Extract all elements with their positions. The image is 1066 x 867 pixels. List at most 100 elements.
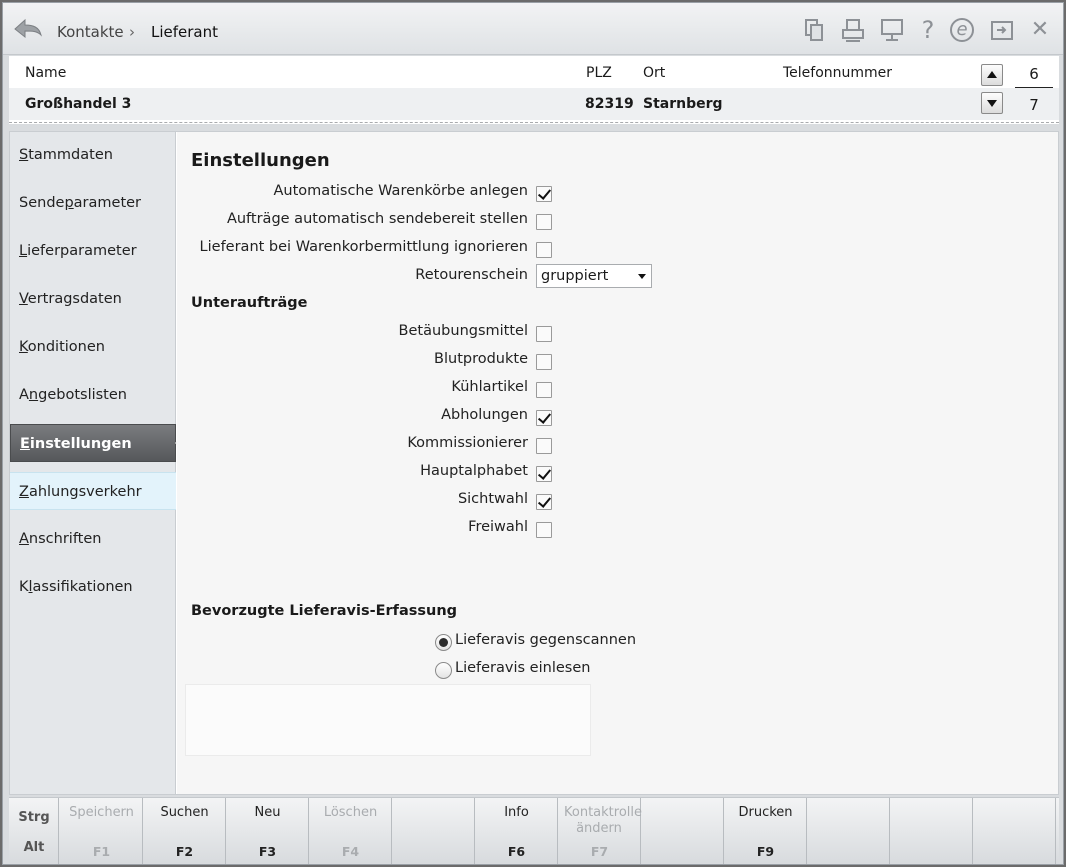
betaeubungsmittel-checkbox[interactable] (536, 326, 552, 342)
unterauftraege-heading: Unteraufträge (191, 295, 308, 311)
sidebar-item-stammdaten[interactable]: Stammdaten (10, 136, 176, 174)
sidebar-item-lieferparameter[interactable]: Lieferparameter (10, 232, 176, 270)
breadcrumb-separator: › (129, 23, 135, 41)
column-header-plz[interactable]: PLZ (586, 65, 612, 81)
back-arrow-icon[interactable] (13, 17, 43, 41)
list-header-row (9, 56, 1059, 88)
loeschen-button[interactable]: Löschen F4 (309, 798, 392, 864)
empty-10-button[interactable] (807, 798, 890, 864)
option-label: Sichtwahl (457, 491, 528, 507)
alt-modifier[interactable]: Alt (9, 840, 59, 855)
info-button[interactable]: Info F6 (475, 798, 558, 864)
help-icon[interactable]: ? (915, 17, 941, 43)
table-row[interactable] (9, 88, 1059, 120)
sichtwahl-checkbox[interactable] (536, 494, 552, 510)
fkey-label: Neu (254, 805, 281, 820)
freiwahl-checkbox[interactable] (536, 522, 552, 538)
radio-label: Lieferavis gegenscannen (455, 632, 637, 648)
column-header-name[interactable]: Name (25, 65, 66, 81)
sidebar-item-vertragsdaten[interactable]: Vertragsdaten (10, 280, 176, 318)
abholungen-checkbox[interactable] (536, 410, 552, 426)
fkey-shortcut: F2 (175, 844, 194, 859)
option-label: Lieferant bei Warenkorbermittlung ignori… (199, 239, 528, 255)
option-label: Aufträge automatisch sendebereit stellen (226, 211, 528, 227)
lieferavis-heading: Bevorzugte Lieferavis-Erfassung (191, 603, 458, 619)
kommissionierer-checkbox[interactable] (536, 438, 552, 454)
kuehlartikel-checkbox[interactable] (536, 382, 552, 398)
printer-icon[interactable] (840, 17, 866, 43)
warenkorb-ignorieren-checkbox[interactable] (536, 242, 552, 258)
column-header-ort[interactable]: Ort (643, 65, 665, 81)
sidebar-item-einstellungen[interactable]: Einstellungen (10, 424, 184, 462)
strg-modifier[interactable]: Strg (9, 810, 59, 825)
option-label: Hauptalphabet (420, 463, 528, 479)
auto-sendebereit-checkbox[interactable] (536, 214, 552, 230)
empty-8-button[interactable] (641, 798, 724, 864)
option-label: Automatische Warenkörbe anlegen (273, 183, 528, 199)
cell-plz: 82319 (585, 96, 634, 112)
suchen-button[interactable]: Suchen F2 (143, 798, 226, 864)
settings-panel: Einstellungen Automatische Warenkörbe an… (177, 132, 1058, 794)
blutprodukte-checkbox[interactable] (536, 354, 552, 370)
lieferavis-einlesen-radio[interactable] (435, 662, 452, 679)
chevron-down-icon (638, 274, 646, 279)
auto-warenkoerbe-checkbox[interactable] (536, 186, 552, 202)
option-label: Kühlartikel (451, 379, 528, 395)
fkey-label: Speichern (69, 805, 134, 820)
sidebar-item-anschriften[interactable]: Anschriften (10, 520, 176, 558)
sidebar-nav: Stammdaten Sendeparameter Lieferparamete… (10, 132, 184, 794)
scroll-down-button[interactable] (981, 92, 1003, 114)
close-icon[interactable]: ✕ (1027, 17, 1053, 43)
scroll-up-button[interactable] (981, 64, 1003, 86)
fkey-label: Drucken (738, 805, 793, 820)
breadcrumb-kontakte[interactable]: Kontakte (57, 23, 124, 41)
monitor-icon[interactable] (879, 17, 905, 43)
notes-area (185, 684, 591, 756)
sidebar-item-zahlungsverkehr[interactable]: Zahlungsverkehr (10, 472, 176, 510)
record-count-top: 6 (1015, 65, 1053, 88)
retourenschein-label: Retourenschein (415, 267, 528, 283)
empty-11-button[interactable] (890, 798, 973, 864)
breadcrumb-lieferant: Lieferant (151, 23, 219, 41)
empty-12-button[interactable] (973, 798, 1056, 864)
hauptalphabet-checkbox[interactable] (536, 466, 552, 482)
supplier-list: Name PLZ Ort Telefonnummer Großhandel 3 … (9, 56, 1059, 124)
cell-name: Großhandel 3 (25, 96, 132, 112)
record-count-bottom: 7 (1029, 96, 1039, 114)
option-label: Abholungen (441, 407, 528, 423)
fkey-shortcut: F6 (507, 844, 526, 859)
modifier-keys: Strg Alt (9, 798, 59, 864)
option-label: Betäubungsmittel (398, 323, 528, 339)
fkey-label: Löschen (323, 805, 378, 820)
speichern-button[interactable]: Speichern F1 (60, 798, 143, 864)
fkey-shortcut: F4 (341, 844, 360, 859)
sidebar-item-sendeparameter[interactable]: Sendeparameter (10, 184, 176, 222)
lieferavis-gegenscannen-radio[interactable] (435, 634, 452, 651)
neu-button[interactable]: Neu F3 (226, 798, 309, 864)
fkey-label: Kontaktrolle ändern (564, 805, 642, 836)
arrow-up-icon (987, 71, 997, 78)
window-switch-icon[interactable] (989, 17, 1015, 43)
fkey-shortcut: F1 (92, 844, 111, 859)
drucken-button[interactable]: Drucken F9 (724, 798, 807, 864)
option-label: Blutprodukte (434, 351, 528, 367)
fkey-label: Suchen (160, 805, 209, 820)
option-label: Freiwahl (468, 519, 528, 535)
sidebar-item-konditionen[interactable]: Konditionen (10, 328, 176, 366)
arrow-down-icon (987, 100, 997, 107)
main-area: Stammdaten Sendeparameter Lieferparamete… (9, 131, 1059, 795)
empty-5-button[interactable] (392, 798, 475, 864)
kontaktrolle-aendern-button[interactable]: Kontaktrolle ändern F7 (558, 798, 642, 864)
cell-ort: Starnberg (643, 96, 723, 112)
documents-icon[interactable] (801, 17, 827, 43)
column-header-telefon[interactable]: Telefonnummer (783, 65, 892, 81)
radio-label: Lieferavis einlesen (455, 660, 591, 676)
sidebar-item-klassifikationen[interactable]: Klassifikationen (10, 568, 176, 606)
sidebar-item-angebotslisten[interactable]: Angebotslisten (10, 376, 176, 414)
e-icon[interactable]: e (950, 18, 974, 42)
function-key-bar: Strg Alt Speichern F1 Suchen F2 Neu F3 Löschen… (9, 797, 1059, 864)
fkey-shortcut: F7 (590, 844, 609, 859)
retourenschein-select[interactable]: gruppiert (536, 264, 652, 288)
list-divider (9, 122, 1059, 123)
fkey-label: Info (504, 805, 529, 820)
